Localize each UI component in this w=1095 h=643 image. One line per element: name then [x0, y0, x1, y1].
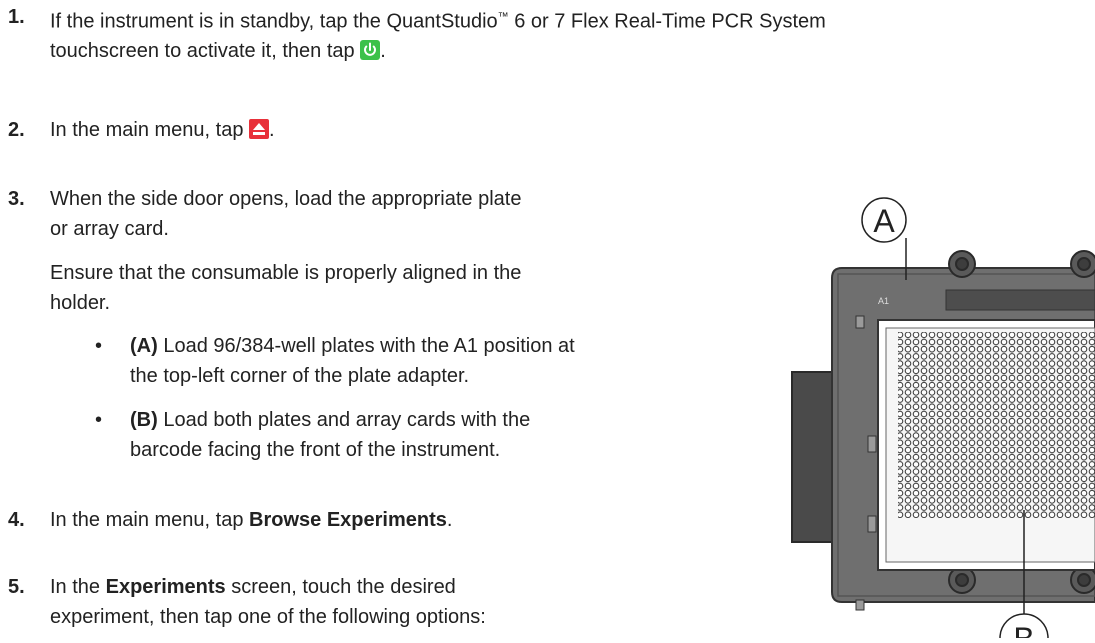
- eject-icon: [249, 118, 270, 139]
- callout-b: B: [1013, 621, 1034, 638]
- a1-mark: A1: [878, 296, 889, 306]
- step-number: 5.: [8, 576, 25, 598]
- plate-adapter-figure: A1 A B: [760, 180, 1095, 643]
- bullet-b: (B) Load both plates and array cards wit…: [130, 409, 531, 431]
- step-3-note-line-2: holder.: [50, 292, 111, 314]
- bullet-b-line-2: barcode facing the front of the instrume…: [130, 439, 501, 461]
- callout-a: A: [873, 203, 895, 239]
- well-grid: [898, 332, 1095, 518]
- bullet-a: (A) Load 96/384-well plates with the A1 …: [130, 335, 575, 357]
- step-number: 2.: [8, 119, 25, 141]
- step-number: 1.: [8, 6, 25, 28]
- side-tab: [791, 371, 833, 543]
- bullet-a-line-2: the top-left corner of the plate adapter…: [130, 365, 470, 387]
- bullet-icon: •: [95, 335, 103, 357]
- power-icon: [360, 39, 381, 60]
- bullet-icon: •: [95, 409, 103, 431]
- step-number: 3.: [8, 188, 25, 210]
- step-3-note: Ensure that the consumable is properly a…: [50, 262, 522, 284]
- step-number: 4.: [8, 509, 25, 531]
- top-slot: [945, 289, 1095, 311]
